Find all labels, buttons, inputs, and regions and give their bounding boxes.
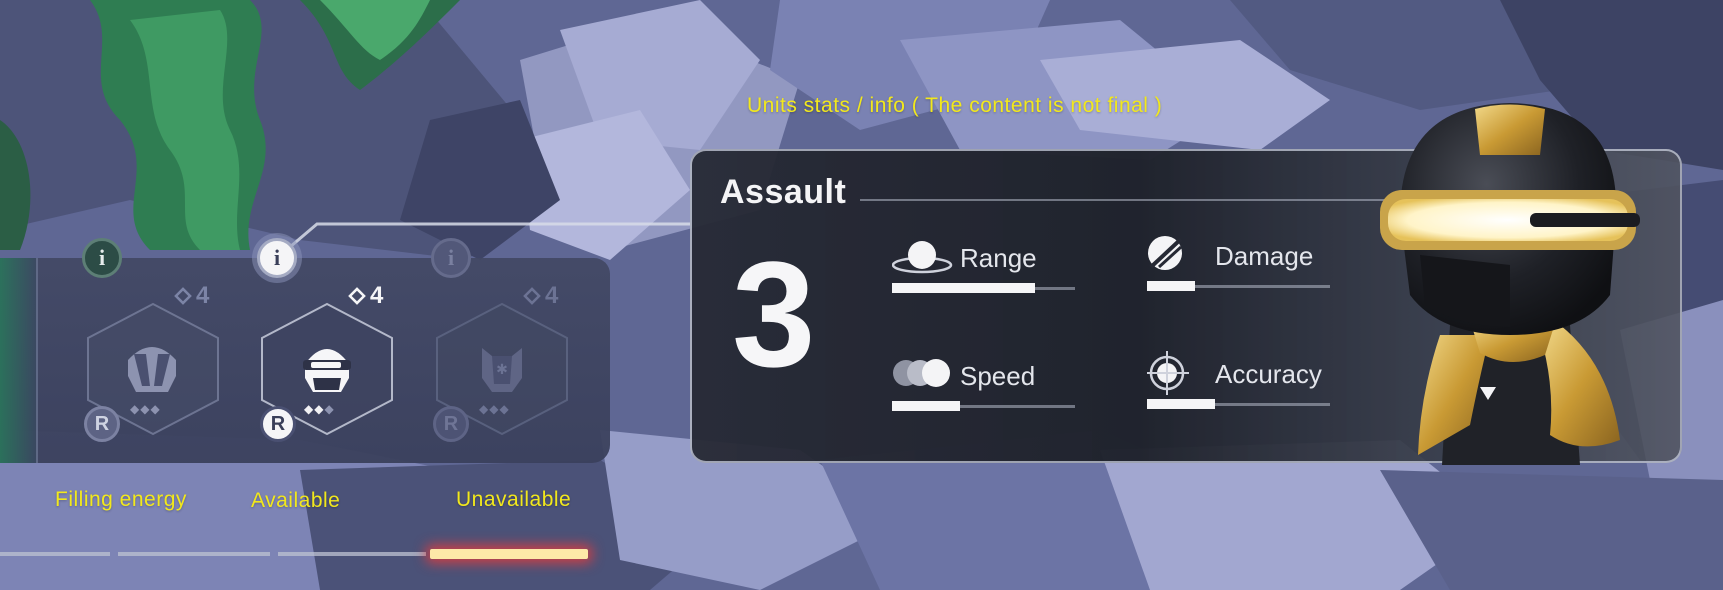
assault-helmet-icon — [303, 349, 351, 392]
stat-bar-fill — [892, 401, 960, 411]
energy-segment-1 — [0, 552, 110, 556]
energy-segment-active — [430, 549, 588, 559]
shield-unit-icon: ✱ — [482, 348, 522, 392]
damage-icon — [1148, 236, 1183, 270]
range-icon — [892, 241, 953, 274]
accuracy-icon — [1147, 351, 1189, 395]
rarity-badge: R — [433, 406, 469, 442]
caption-filling-energy: Filling energy — [55, 488, 187, 511]
stat-bar-fill — [1147, 399, 1215, 409]
info-icon[interactable]: i — [82, 238, 122, 278]
tray-edge — [0, 258, 38, 463]
unit-slot-available[interactable]: i 4 ◆◆◆ R — [244, 238, 404, 448]
tray-divider — [36, 258, 38, 463]
info-icon[interactable]: i — [257, 238, 297, 278]
stat-label: Speed — [960, 361, 1036, 391]
info-icon[interactable]: i — [431, 238, 471, 278]
unit-slot-filling[interactable]: i 4 ◆◆◆ R — [70, 238, 230, 448]
rarity-badge: R — [260, 406, 296, 442]
stat-bar-fill — [1147, 281, 1195, 291]
energy-segment-3 — [278, 552, 426, 556]
stat-label: Damage — [1215, 241, 1314, 271]
stat-bar-fill — [892, 283, 1035, 293]
unit-name: Assault — [720, 173, 847, 211]
unit-level: 3 — [732, 230, 816, 398]
stat-damage: Damage — [1147, 233, 1337, 303]
speed-icon — [893, 359, 950, 387]
energy-segment-2 — [118, 552, 270, 556]
caption-available: Available — [251, 489, 341, 512]
stat-speed: Speed — [892, 353, 1082, 423]
rank-dots: ◆◆◆ — [130, 402, 161, 416]
tank-helmet-icon — [128, 347, 176, 392]
unit-slot-unavailable[interactable]: i 4 ✱ ◆◆◆ R — [419, 238, 579, 448]
rank-dots: ◆◆◆ — [479, 402, 510, 416]
header-caption: Units stats / info ( The content is not … — [747, 94, 1163, 117]
assault-unit-portrait — [1380, 103, 1640, 465]
rank-dots: ◆◆◆ — [304, 402, 335, 416]
stat-label: Range — [960, 243, 1037, 273]
rarity-badge: R — [84, 406, 120, 442]
stat-range: Range — [892, 235, 1082, 305]
stat-accuracy: Accuracy — [1147, 351, 1337, 421]
svg-text:✱: ✱ — [496, 362, 508, 378]
stat-label: Accuracy — [1215, 359, 1322, 389]
caption-unavailable: Unavailable — [456, 488, 572, 511]
